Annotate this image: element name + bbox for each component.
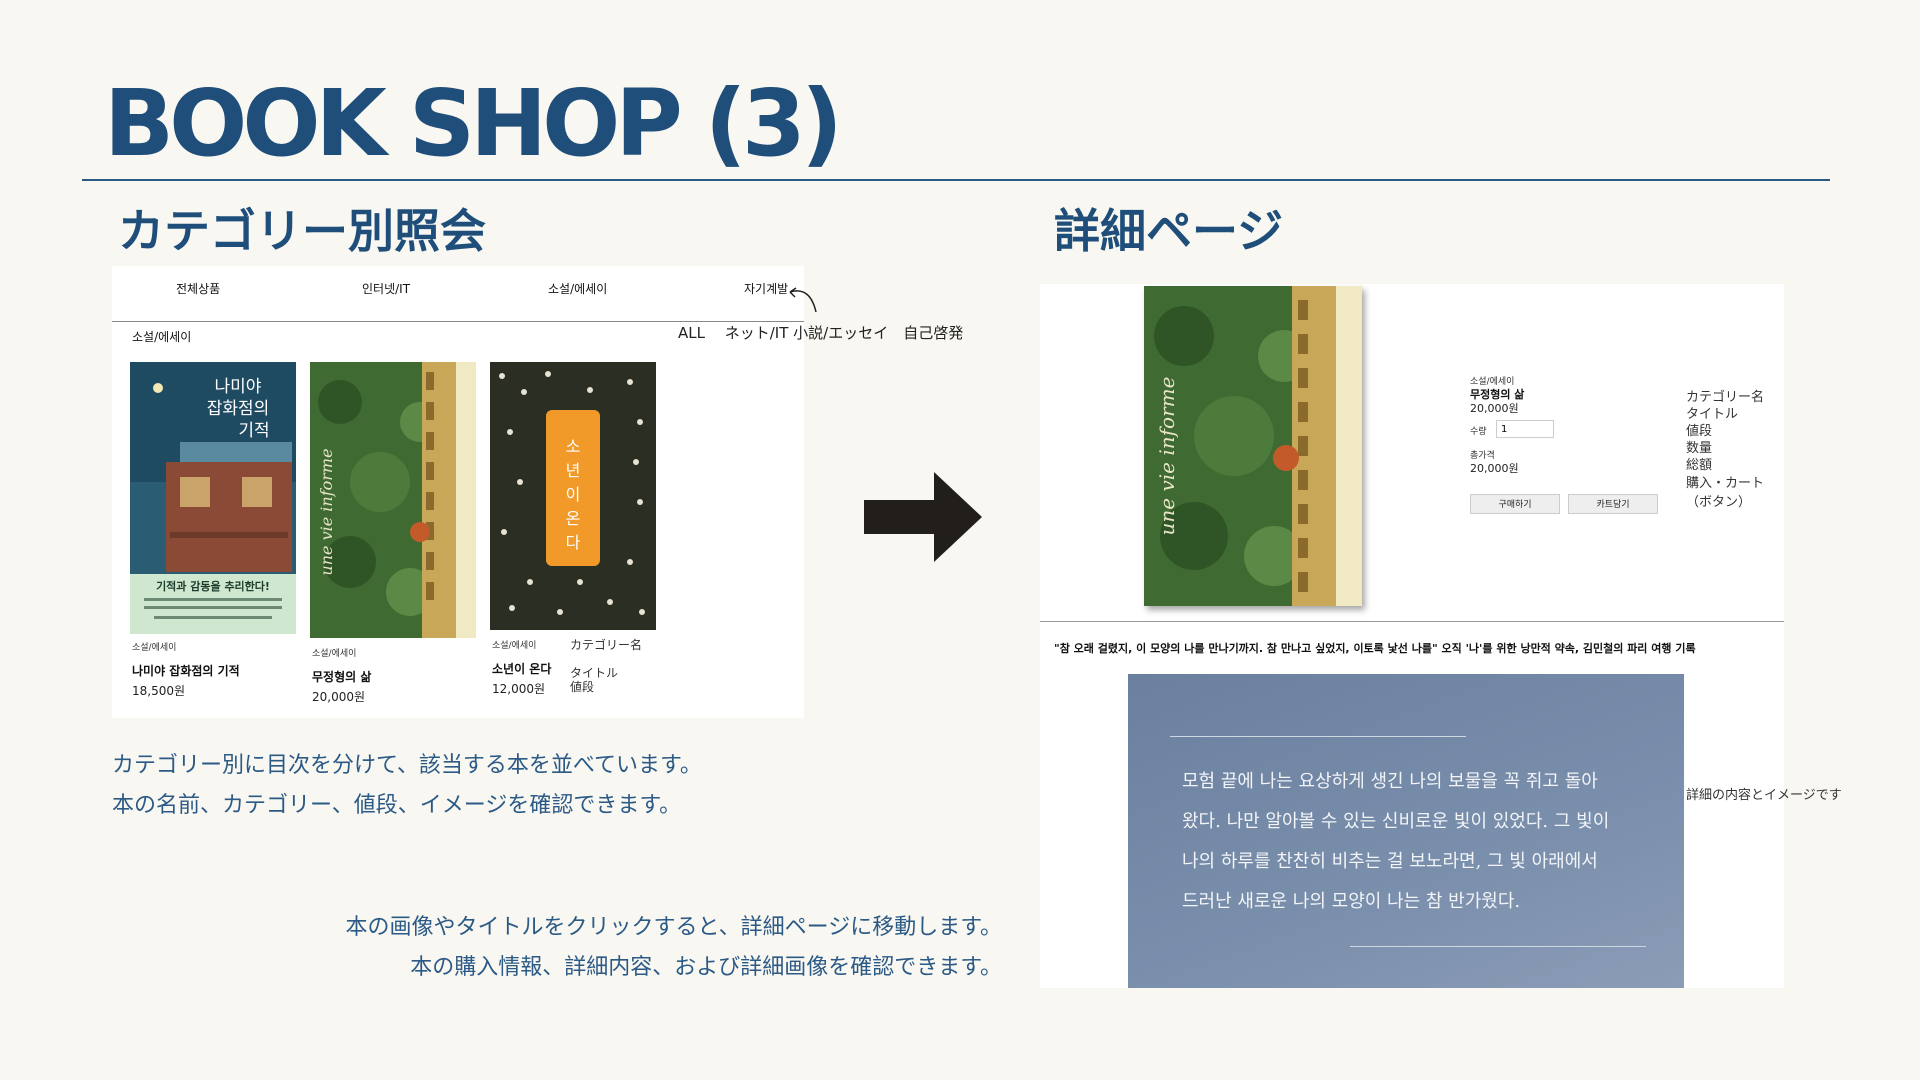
- page-title: BOOK SHOP (3): [104, 70, 843, 177]
- detail-image: 모험 끝에 나는 요상하게 생긴 나의 보물을 꼭 쥐고 돌아 왔다. 나만 알…: [1128, 674, 1684, 988]
- prose-bottom-line: [1350, 946, 1646, 947]
- prose-top-line: [1170, 736, 1466, 737]
- svg-text:une vie informe: une vie informe: [1155, 377, 1179, 536]
- tab-novel-essay[interactable]: 소설/에세이: [548, 280, 607, 297]
- detail-note: 詳細の内容とイメージです: [1686, 788, 1842, 803]
- book-1-category: 소설/에세이: [132, 643, 177, 653]
- detail-section-heading: 詳細ページ: [1054, 204, 1284, 258]
- svg-text:온: 온: [566, 509, 581, 528]
- svg-text:기적과 감동을 추리한다!: 기적과 감동을 추리한다!: [156, 579, 270, 593]
- qty-label: 수량: [1470, 427, 1487, 437]
- prose-line-2: 왔다. 나만 알아볼 수 있는 신비로운 빛이 있었다. 그 빛이: [1182, 811, 1610, 832]
- tab-translation-label: ALL ネット/IT 小説/エッセイ 自己啓発: [678, 324, 964, 342]
- book-1-price: 18,500원: [132, 684, 186, 698]
- book-quote: "참 오래 걸렸지, 이 모양의 나를 만나기까지. 참 만나고 싶었지, 이토…: [1054, 642, 1696, 655]
- book-3-title[interactable]: 소년이 온다: [492, 660, 551, 677]
- svg-text:다: 다: [566, 533, 581, 552]
- book-2-price: 20,000원: [312, 690, 366, 704]
- tab-self-development[interactable]: 자기계발: [744, 280, 788, 297]
- svg-text:이: 이: [566, 485, 581, 504]
- qty-input[interactable]: [1496, 420, 1554, 438]
- title-divider: [82, 179, 1830, 181]
- category-description-line-1: カテゴリー別に目次を分けて、該当する本を並べています。: [112, 753, 702, 778]
- detail-prose: 모험 끝에 나는 요상하게 생긴 나의 보물을 꼭 쥐고 돌아 왔다. 나만 알…: [1182, 762, 1662, 922]
- svg-text:기적: 기적: [238, 421, 269, 441]
- total-value: 20,000원: [1470, 462, 1519, 475]
- category-section-heading: カテゴリー別照会: [118, 204, 486, 258]
- book-2-title[interactable]: 무정형의 삶: [312, 668, 371, 685]
- prose-line-4: 드러난 새로운 나의 모양이 나는 참 반가웠다.: [1182, 891, 1521, 912]
- prose-line-1: 모험 끝에 나는 요상하게 생긴 나의 보물을 꼭 쥐고 돌아: [1182, 771, 1598, 792]
- category-description: カテゴリー別に目次を分けて、該当する本を並べています。 本の名前、カテゴリー、値…: [112, 746, 702, 826]
- detail-divider: [1040, 621, 1784, 622]
- book-3-category: 소설/에세이: [492, 641, 537, 651]
- right-arrow-icon: [864, 472, 982, 562]
- breadcrumb: 소설/에세이: [132, 330, 192, 344]
- detail-book-cover: une vie informe: [1144, 286, 1362, 606]
- tab-all[interactable]: 전체상품: [176, 280, 220, 297]
- annotation-category: カテゴリー名: [570, 638, 643, 652]
- svg-text:소: 소: [566, 437, 581, 456]
- detail-page-screanshot: une vie informe 소설/에세이 무정형의 삶 20,000원 수량…: [1040, 284, 1842, 988]
- svg-text:년: 년: [566, 461, 581, 480]
- tab-internet-it[interactable]: 인터넷/IT: [362, 280, 410, 297]
- svg-text:나미야: 나미야: [215, 377, 262, 397]
- detail-navigation-description-line-1: 本の画像やタイトルをクリックすると、詳細ページに移動します。: [345, 915, 1002, 940]
- book-1-title[interactable]: 나미야 잡화점의 기적: [132, 662, 240, 679]
- annotation-price: 値段: [570, 680, 595, 694]
- detail-annotation-total: 総額: [1686, 458, 1713, 473]
- svg-text:une vie informe: une vie informe: [317, 448, 336, 575]
- add-to-cart-button[interactable]: 카트담기: [1568, 494, 1658, 514]
- buy-button[interactable]: 구매하기: [1470, 494, 1560, 514]
- book-2-category: 소설/에세이: [312, 649, 357, 659]
- detail-price: 20,000원: [1470, 402, 1519, 415]
- detail-navigation-description-line-2: 本の購入情報、詳細内容、および詳細画像を確認できます。: [410, 955, 1002, 980]
- book-3-price: 12,000원: [492, 682, 546, 696]
- category-description-line-2: 本の名前、カテゴリー、値段、イメージを確認できます。: [112, 793, 682, 818]
- annotation-arrow-icon: [789, 287, 817, 313]
- prose-line-3: 나의 하루를 찬찬히 비추는 걸 보노라면, 그 빛 아래에서: [1182, 851, 1598, 872]
- detail-annotation-buttons: 購入・カート（ボタン）: [1686, 476, 1765, 510]
- detail-navigation-description: 本の画像やタイトルをクリックすると、詳細ページに移動します。 本の購入情報、詳細…: [346, 908, 1002, 988]
- svg-text:잡화점의: 잡화점의: [207, 399, 270, 419]
- book-cover-1[interactable]: 나미야 잡화점의 기적 기적과 감동을 추리한다!: [130, 362, 296, 634]
- book-cover-2[interactable]: une vie informe: [310, 362, 476, 638]
- book-cover-3[interactable]: 소 년 이 온 다: [490, 362, 656, 630]
